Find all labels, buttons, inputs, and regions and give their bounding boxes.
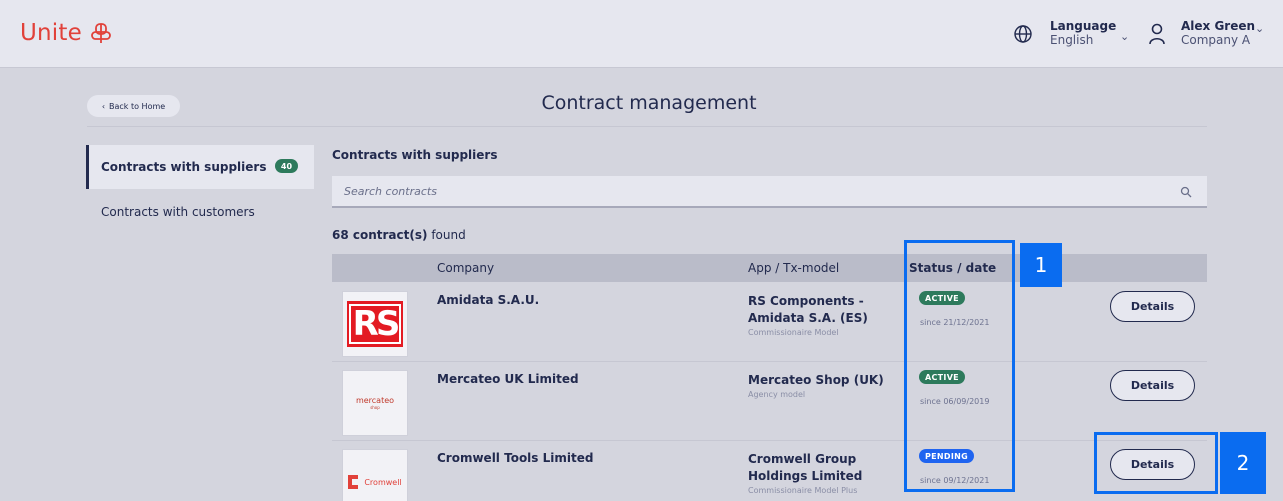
user-company: Company A [1181, 33, 1251, 47]
unite-logo-icon [91, 23, 111, 43]
company-logo: Cromwell [342, 449, 408, 501]
table-row: mercateo shop Mercateo UK Limited Mercat… [332, 362, 1207, 441]
tx-model: Commissionaire Model [748, 328, 839, 337]
divider [87, 126, 1207, 127]
search-input[interactable] [332, 176, 1207, 208]
language-value: English [1050, 33, 1094, 47]
sidebar-item-label: Contracts with suppliers [101, 160, 267, 174]
company-name: Cromwell Tools Limited [437, 451, 594, 465]
sidebar-item-suppliers[interactable]: Contracts with suppliers 40 [86, 145, 314, 189]
count-badge: 40 [275, 159, 298, 173]
unite-logo[interactable]: Unite [20, 20, 112, 46]
app-name: RS Components - Amidata S.A. (ES) [748, 294, 868, 325]
cromwell-logo-text: Cromwell [364, 477, 402, 487]
results-count-suffix: found [427, 228, 466, 242]
user-name: Alex Green [1181, 19, 1256, 33]
company-name: Mercateo UK Limited [437, 372, 579, 386]
app-name: Mercateo Shop (UK) [748, 373, 884, 387]
table-header: Company App / Tx-model Status / date [332, 254, 1207, 282]
user-icon[interactable] [1148, 23, 1166, 45]
app-tx-model: RS Components - Amidata S.A. (ES) Commis… [748, 293, 898, 339]
app-tx-model: Mercateo Shop (UK) Agency model [748, 372, 898, 401]
globe-icon[interactable] [1013, 24, 1033, 44]
user-chevron-down-icon[interactable]: ⌄ [1255, 22, 1264, 35]
section-title: Contracts with suppliers [332, 148, 498, 162]
mercateo-logo-sub: shop [370, 405, 380, 410]
search-icon[interactable] [1180, 186, 1192, 198]
app-tx-model: Cromwell Group Holdings Limited Commissi… [748, 451, 898, 497]
language-label: Language [1050, 19, 1117, 33]
tx-model: Commissionaire Model Plus [748, 486, 858, 495]
annotation-box-details [1094, 432, 1218, 494]
company-logo: mercateo shop [342, 370, 408, 436]
app-name: Cromwell Group Holdings Limited [748, 452, 863, 483]
annotation-number-1: 1 [1020, 243, 1062, 287]
column-header-app[interactable]: App / Tx-model [748, 261, 839, 275]
user-menu[interactable]: Alex Green Company A [1181, 19, 1255, 47]
sidebar-item-customers[interactable]: Contracts with customers [101, 205, 255, 219]
tx-model: Agency model [748, 390, 806, 399]
language-chevron-down-icon[interactable]: ⌄ [1120, 30, 1129, 43]
logo-text: Unite [20, 20, 82, 46]
table-row: RS Amidata S.A.U. RS Components - Amidat… [332, 283, 1207, 362]
rs-logo-text: RS [348, 304, 402, 344]
page-title: Contract management [541, 92, 757, 114]
table-row: Cromwell Cromwell Tools Limited Cromwell… [332, 441, 1207, 501]
results-count: 68 contract(s) found [332, 228, 466, 242]
mercateo-logo-text: mercateo [355, 396, 395, 405]
details-button[interactable]: Details [1110, 370, 1195, 401]
top-header: Unite Language English ⌄ Alex Green Comp… [0, 0, 1283, 68]
details-button[interactable]: Details [1110, 291, 1195, 322]
annotation-box-status [904, 240, 1015, 492]
company-logo: RS [342, 291, 408, 357]
cromwell-mark-icon [348, 475, 359, 489]
company-name: Amidata S.A.U. [437, 293, 540, 307]
language-selector[interactable]: Language English [1050, 19, 1116, 47]
results-count-number: 68 contract(s) [332, 228, 428, 242]
annotation-number-2: 2 [1220, 432, 1266, 494]
column-header-company[interactable]: Company [437, 261, 494, 275]
